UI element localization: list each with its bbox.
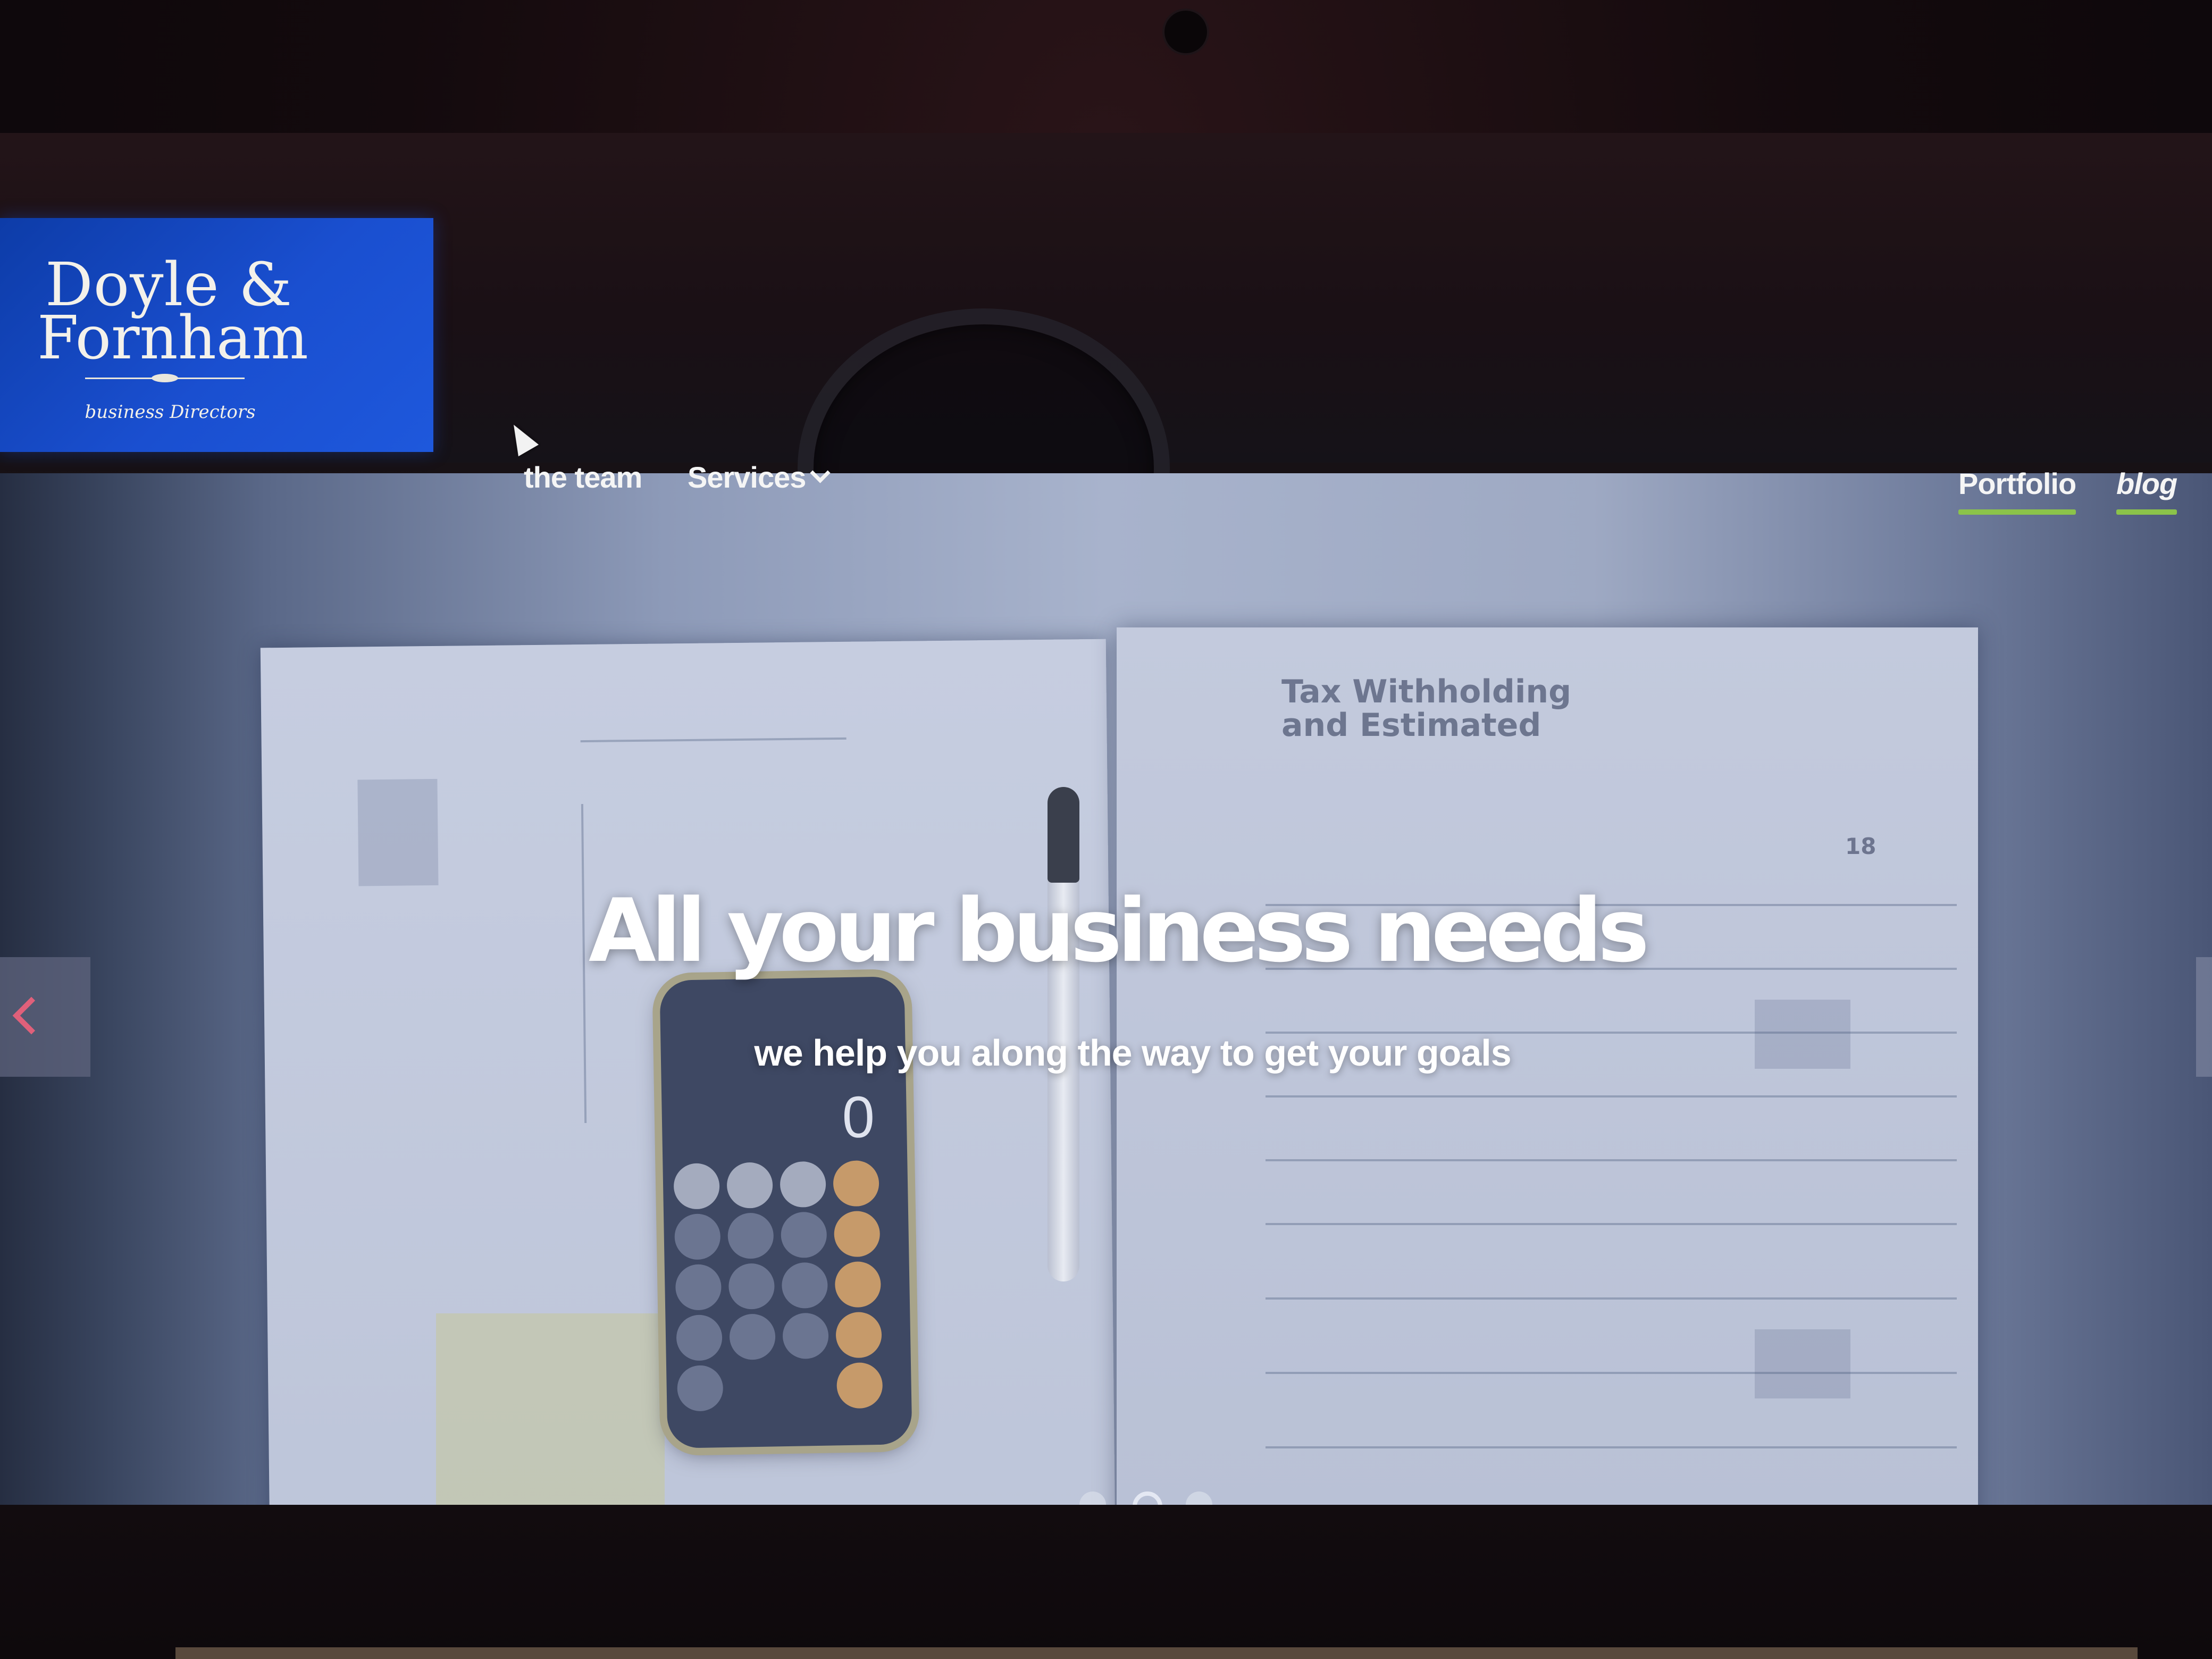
site-logo[interactable]: Doyle & Fornham business Directors: [0, 218, 433, 452]
form-line: [1266, 1446, 1957, 1448]
form-line: [1266, 1372, 1957, 1374]
browser-viewport: Tax Withholding and Estimated 18 0 All y…: [0, 133, 2212, 1505]
nav-link-the-team[interactable]: the team: [524, 463, 642, 492]
logo-tagline: business Directors: [85, 401, 256, 423]
chevron-down-icon: [810, 463, 831, 483]
nav-label: Portfolio: [1958, 467, 2076, 500]
nav-label: Services: [688, 460, 806, 494]
calc-key: [675, 1264, 722, 1311]
form-line: [1266, 1297, 1957, 1300]
nav-label: the team: [524, 460, 642, 494]
carousel-dot-active[interactable]: [1133, 1492, 1162, 1505]
calc-key: [836, 1362, 883, 1409]
laptop-bezel: [0, 1505, 2212, 1659]
calculator-display: 0: [841, 1084, 875, 1151]
slider-next-button[interactable]: [2196, 957, 2212, 1077]
hero-title: All your business needs: [588, 880, 1649, 982]
calc-key: [729, 1313, 776, 1360]
tax-form-year: 18: [1845, 833, 1876, 859]
carousel-dot[interactable]: [1186, 1492, 1212, 1505]
form-line: [1266, 1223, 1957, 1225]
form-block: [1755, 1329, 1850, 1398]
carousel-dot[interactable]: [1079, 1492, 1106, 1505]
carousel-dots: [1079, 1492, 1239, 1505]
nav-link-portfolio[interactable]: Portfolio: [1958, 467, 2076, 515]
hero-slider: Tax Withholding and Estimated 18 0 All y…: [0, 473, 2212, 1505]
calc-key: [833, 1210, 881, 1258]
calc-key: [835, 1311, 882, 1359]
form-stamp: [357, 778, 439, 886]
calc-key: [781, 1211, 827, 1259]
form-line: [1266, 1159, 1957, 1161]
nav-link-blog[interactable]: blog: [2116, 467, 2177, 515]
tax-form-heading: Tax Withholding and Estimated: [1281, 673, 1572, 744]
form-line: [1266, 1095, 1957, 1097]
slider-prev-button[interactable]: [0, 957, 90, 1077]
laptop-edge: [175, 1647, 2138, 1659]
logo-text-line2: Fornham: [37, 304, 308, 373]
logo-ornament: [152, 374, 178, 382]
calc-key: [781, 1262, 828, 1309]
calc-key: [674, 1213, 721, 1260]
calc-key: [676, 1314, 723, 1361]
webcam: [1164, 11, 1207, 53]
calc-key: [727, 1212, 774, 1259]
nav-label: blog: [2116, 467, 2177, 500]
calc-key: [728, 1263, 775, 1310]
nav-link-services[interactable]: Services: [688, 460, 831, 494]
sticky-note: [436, 1313, 665, 1505]
calc-key: [782, 1312, 829, 1360]
pen-cap: [1048, 787, 1079, 883]
hero-subtitle: we help you along the way to get your go…: [754, 1032, 1511, 1074]
calc-key: [833, 1160, 879, 1207]
chevron-left-icon: [12, 996, 51, 1035]
photo-frame: Tax Withholding and Estimated 18 0 All y…: [0, 0, 2212, 1659]
form-line: [580, 737, 847, 743]
calc-key: [677, 1365, 724, 1412]
calc-key: [673, 1163, 720, 1210]
calc-key: [780, 1161, 826, 1208]
calc-key: [726, 1162, 773, 1209]
calc-key: [834, 1261, 882, 1308]
